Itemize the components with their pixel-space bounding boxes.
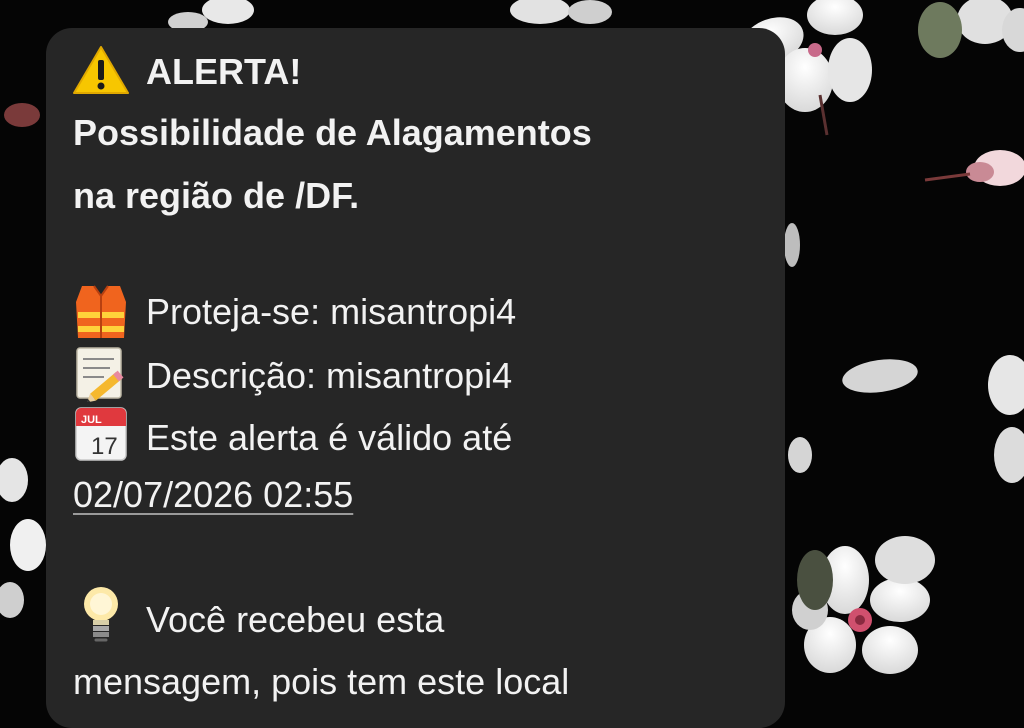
- protect-text: Proteja-se: misantropi4: [146, 291, 517, 332]
- alert-message-bubble[interactable]: ALERTA! Possibilidade de Alagamentos na …: [46, 28, 785, 728]
- validity-text: Este alerta é válido até: [146, 417, 513, 458]
- validity-date-link[interactable]: 02/07/2026 02:55: [73, 473, 353, 517]
- alert-title: ALERTA!: [146, 51, 302, 92]
- warning-icon: [73, 46, 129, 94]
- lightbulb-icon: [84, 587, 118, 642]
- alert-headline-line-2: na região de /DF.: [73, 175, 360, 216]
- description-text: Descrição: misantropi4: [146, 355, 513, 396]
- calendar-icon: JUL 17: [75, 407, 127, 461]
- memo-pencil-icon: [76, 347, 124, 402]
- alert-headline-line-1: Possibilidade de Alagamentos: [73, 112, 592, 153]
- calendar-month-label: JUL: [81, 414, 102, 426]
- info-text-line-2: mensagem, pois tem este local: [73, 661, 570, 702]
- safety-vest-icon: [76, 285, 126, 338]
- calendar-day-label: 17: [91, 433, 118, 460]
- info-text-line-1: Você recebeu esta: [146, 599, 445, 640]
